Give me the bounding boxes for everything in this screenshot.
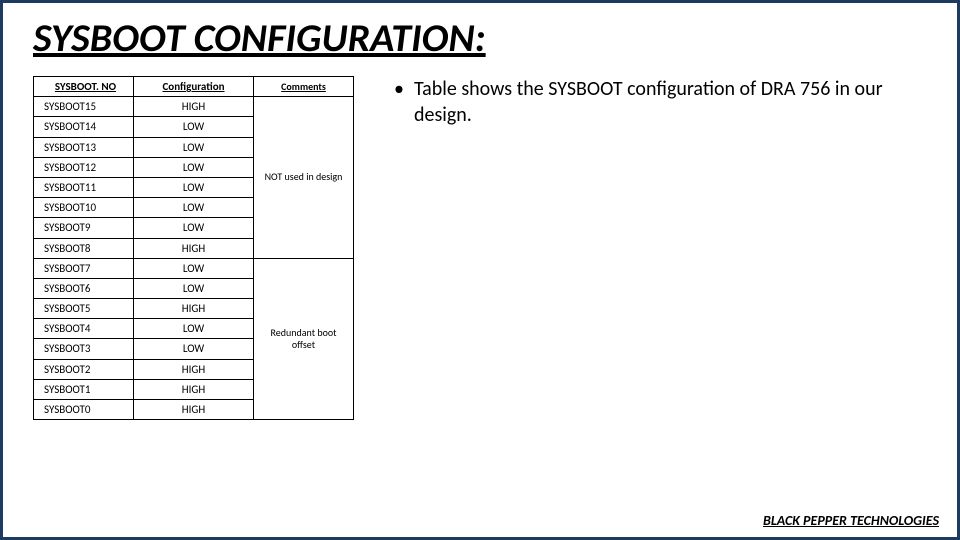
footer-brand: BLACK PEPPER TECHNOLOGIES xyxy=(763,512,939,529)
content-row: SYSBOOT. NO Configuration Comments SYSBO… xyxy=(33,76,927,420)
cell-configuration: LOW xyxy=(134,278,254,298)
cell-sysboot-no: SYSBOOT6 xyxy=(34,278,134,298)
cell-comment: Redundant boot offset xyxy=(254,258,354,420)
cell-configuration: HIGH xyxy=(134,299,254,319)
cell-configuration: LOW xyxy=(134,177,254,197)
cell-configuration: LOW xyxy=(134,117,254,137)
cell-sysboot-no: SYSBOOT2 xyxy=(34,359,134,379)
cell-configuration: HIGH xyxy=(134,359,254,379)
bullet-item: Table shows the SYSBOOT configuration of… xyxy=(394,76,927,128)
cell-sysboot-no: SYSBOOT9 xyxy=(34,218,134,238)
cell-sysboot-no: SYSBOOT7 xyxy=(34,258,134,278)
cell-configuration: LOW xyxy=(134,258,254,278)
col-header-sysboot: SYSBOOT. NO xyxy=(34,77,134,97)
cell-configuration: HIGH xyxy=(134,238,254,258)
cell-configuration: HIGH xyxy=(134,379,254,399)
cell-sysboot-no: SYSBOOT8 xyxy=(34,238,134,258)
cell-sysboot-no: SYSBOOT14 xyxy=(34,117,134,137)
table-row: SYSBOOT7LOWRedundant boot offset xyxy=(34,258,354,278)
cell-sysboot-no: SYSBOOT10 xyxy=(34,198,134,218)
cell-sysboot-no: SYSBOOT5 xyxy=(34,299,134,319)
cell-sysboot-no: SYSBOOT4 xyxy=(34,319,134,339)
cell-sysboot-no: SYSBOOT11 xyxy=(34,177,134,197)
slide-frame: SYSBOOT CONFIGURATION: SYSBOOT. NO Confi… xyxy=(0,0,960,540)
cell-comment: NOT used in design xyxy=(254,97,354,259)
cell-sysboot-no: SYSBOOT0 xyxy=(34,400,134,420)
cell-configuration: LOW xyxy=(134,339,254,359)
cell-configuration: LOW xyxy=(134,157,254,177)
sysboot-table: SYSBOOT. NO Configuration Comments SYSBO… xyxy=(33,76,354,420)
cell-configuration: HIGH xyxy=(134,400,254,420)
description-area: Table shows the SYSBOOT configuration of… xyxy=(394,76,927,128)
col-header-config: Configuration xyxy=(134,77,254,97)
table-row: SYSBOOT15HIGHNOT used in design xyxy=(34,97,354,117)
cell-configuration: HIGH xyxy=(134,97,254,117)
table-header-row: SYSBOOT. NO Configuration Comments xyxy=(34,77,354,97)
cell-sysboot-no: SYSBOOT1 xyxy=(34,379,134,399)
cell-sysboot-no: SYSBOOT3 xyxy=(34,339,134,359)
cell-configuration: LOW xyxy=(134,198,254,218)
page-title: SYSBOOT CONFIGURATION: xyxy=(33,13,927,62)
cell-configuration: LOW xyxy=(134,218,254,238)
col-header-comments: Comments xyxy=(254,77,354,97)
cell-sysboot-no: SYSBOOT15 xyxy=(34,97,134,117)
cell-configuration: LOW xyxy=(134,137,254,157)
cell-configuration: LOW xyxy=(134,319,254,339)
cell-sysboot-no: SYSBOOT13 xyxy=(34,137,134,157)
cell-sysboot-no: SYSBOOT12 xyxy=(34,157,134,177)
